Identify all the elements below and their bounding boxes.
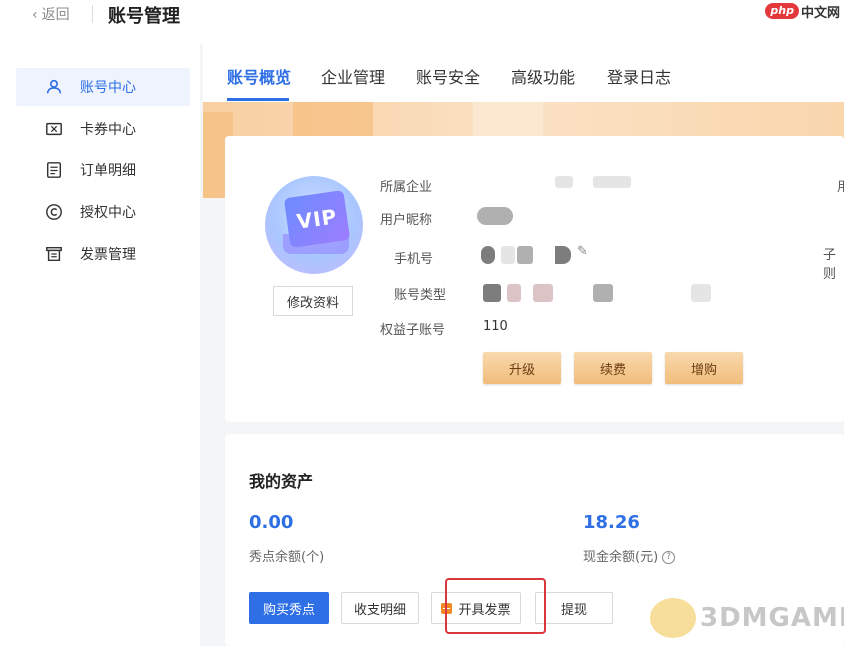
phone-value-redacted (481, 246, 495, 264)
coupon-icon (44, 119, 64, 139)
edit-profile-button[interactable]: 修改资料 (273, 286, 353, 316)
upgrade-button[interactable]: 升级 (483, 352, 561, 384)
sidebar-item-account-center[interactable]: 账号中心 (16, 68, 190, 106)
nickname-label: 用户昵称 (380, 213, 433, 228)
copyright-icon (44, 202, 64, 222)
sidebar-item-label: 卡券中心 (80, 122, 136, 138)
phone-label: 手机号 (394, 252, 434, 267)
profile-card: VIP 修改资料 所属企业 用户昵称 手机号 ✎ 账号类型 权益子账号 110 … (225, 136, 844, 422)
top-bar: ‹ 返回 账号管理 php 中文网 (0, 0, 844, 44)
buy-points-button[interactable]: 购买秀点 (249, 592, 329, 624)
account-type-label: 账号类型 (394, 288, 447, 303)
phone-value-redacted (517, 246, 533, 264)
sidebar-item-authorization[interactable]: 授权中心 (16, 193, 190, 231)
cash-balance: 18.26 (583, 512, 640, 533)
user-icon (44, 77, 64, 97)
withdraw-button[interactable]: 提现 (535, 592, 613, 624)
sidebar-item-label: 订单明细 (80, 163, 136, 179)
divider (92, 5, 93, 23)
watermark-text: 3DMGAME (700, 603, 844, 633)
sub-accounts-label: 权益子账号 (380, 323, 446, 338)
tab-login-log[interactable]: 登录日志 (607, 64, 671, 88)
phone-value-redacted (501, 246, 515, 264)
points-balance-label: 秀点余额(个) (249, 550, 325, 565)
sidebar-item-label: 账号中心 (80, 80, 136, 96)
company-label: 所属企业 (380, 180, 433, 195)
account-type-badge-redacted (483, 284, 501, 302)
phone-value-redacted (555, 246, 571, 264)
sidebar-item-invoices[interactable]: 发票管理 (16, 235, 190, 273)
page-title: 账号管理 (108, 6, 180, 27)
help-icon[interactable]: ? (662, 551, 676, 564)
renew-button[interactable]: 续费 (574, 352, 652, 384)
account-type-value-redacted (507, 284, 521, 302)
account-type-value-redacted (593, 284, 613, 302)
truncated-field-label: 用 (837, 180, 844, 195)
tab-account-overview[interactable]: 账号概览 (227, 64, 291, 88)
cash-balance-label-row: 现金余额(元)? (583, 546, 676, 565)
brand-text: 中文网 (800, 5, 840, 21)
truncated-field-label: 子则 (823, 248, 837, 282)
mascot-icon (650, 598, 696, 638)
account-type-value-redacted (691, 284, 711, 302)
sidebar-item-label: 授权中心 (80, 205, 136, 221)
sidebar-item-label: 发票管理 (80, 247, 136, 263)
tab-security[interactable]: 账号安全 (416, 64, 480, 88)
back-label: 返回 (41, 7, 70, 23)
tab-advanced[interactable]: 高级功能 (511, 64, 575, 88)
company-value-redacted (593, 176, 631, 188)
points-balance: 0.00 (249, 512, 294, 533)
statement-button[interactable]: 收支明细 (341, 592, 419, 624)
cash-balance-label: 现金余额(元) (583, 550, 659, 565)
sub-accounts-value: 110 (483, 319, 508, 334)
brand-badge: php (765, 3, 799, 19)
company-value-redacted (555, 176, 573, 188)
vip-badge: VIP (283, 190, 351, 248)
active-tab-indicator (227, 98, 289, 101)
edit-pencil-icon[interactable]: ✎ (577, 244, 588, 259)
brand-watermark: php 中文网 (765, 0, 844, 22)
assets-title: 我的资产 (249, 472, 314, 491)
sidebar-item-coupons[interactable]: 卡券中心 (16, 110, 190, 148)
tab-bar: 账号概览 企业管理 账号安全 高级功能 登录日志 (203, 44, 844, 102)
order-list-icon (44, 160, 64, 180)
chevron-left-icon: ‹ (32, 7, 38, 23)
highlight-box (445, 578, 546, 634)
back-link[interactable]: ‹ 返回 (32, 4, 70, 24)
sidebar-item-orders[interactable]: 订单明细 (16, 151, 190, 189)
tab-enterprise[interactable]: 企业管理 (321, 64, 385, 88)
add-purchase-button[interactable]: 增购 (665, 352, 743, 384)
3dm-watermark: 3DMGAME (650, 598, 844, 638)
vip-avatar: VIP (265, 176, 363, 274)
sidebar: 账号中心 卡券中心 订单明细 授权中心 发票管理 (0, 44, 200, 646)
invoice-icon (44, 244, 64, 264)
nickname-value-redacted (477, 207, 513, 225)
account-type-value-redacted (533, 284, 553, 302)
main-content: 账号概览 企业管理 账号安全 高级功能 登录日志 VIP 修改资料 所属企业 用… (203, 44, 844, 646)
